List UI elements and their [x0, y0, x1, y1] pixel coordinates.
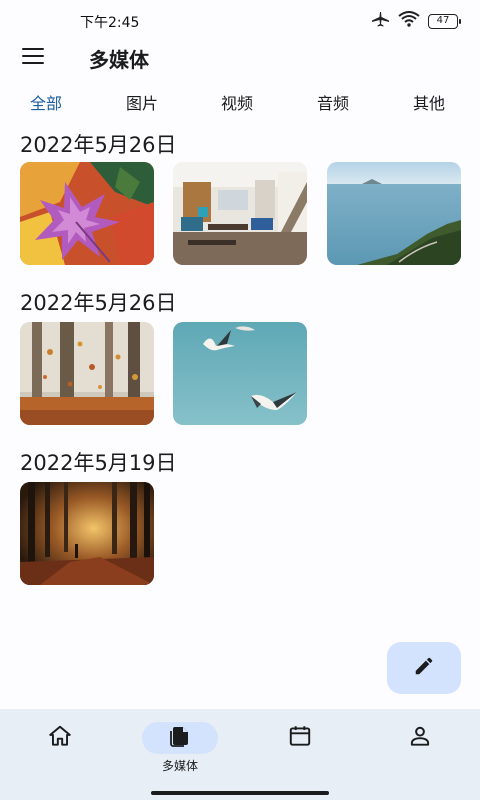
app-bar: 多媒体 — [0, 40, 480, 76]
status-icons: 47 — [370, 11, 461, 31]
page-title: 多媒体 — [89, 48, 149, 72]
wifi-icon — [398, 11, 420, 31]
thumbnail-seaside[interactable] — [327, 162, 461, 265]
home-icon — [47, 723, 73, 753]
nav-profile[interactable] — [360, 709, 480, 789]
thumbnail-autumn-leaves[interactable] — [20, 162, 154, 265]
thumbnail-autumn-forest[interactable] — [20, 322, 154, 425]
thumbnail-seagulls[interactable] — [173, 322, 307, 425]
date-header: 2022年5月26日 — [20, 133, 177, 157]
nav-media[interactable]: 多媒体 — [120, 709, 240, 789]
nav-indicator — [22, 722, 98, 754]
nav-indicator — [382, 722, 458, 754]
menu-icon[interactable] — [22, 48, 46, 68]
tab-other[interactable]: 其他 — [413, 90, 445, 114]
date-header: 2022年5月19日 — [20, 451, 177, 475]
nav-label: 多媒体 — [161, 759, 198, 773]
media-type-tabs: 全部 图片 视频 音频 其他 — [0, 90, 480, 118]
edit-pencil-icon — [413, 655, 435, 681]
status-bar: 下午2:45 47 — [0, 0, 480, 40]
tab-videos[interactable]: 视频 — [221, 90, 253, 114]
airplane-icon — [370, 11, 390, 31]
thumbnail-sunset-forest[interactable] — [20, 482, 154, 585]
bottom-navigation: 多媒体 — [0, 709, 480, 800]
nav-calendar[interactable] — [240, 709, 360, 789]
thumbnail-living-room[interactable] — [173, 162, 307, 265]
home-indicator — [151, 791, 329, 795]
profile-icon — [407, 723, 433, 753]
calendar-icon — [287, 723, 313, 753]
tab-all[interactable]: 全部 — [30, 90, 62, 114]
date-header: 2022年5月26日 — [20, 291, 177, 315]
status-time: 下午2:45 — [80, 15, 140, 31]
battery-icon: 47 — [428, 13, 461, 29]
edit-fab-button[interactable] — [387, 642, 461, 694]
nav-indicator — [262, 722, 338, 754]
nav-home[interactable] — [0, 709, 120, 789]
tab-images[interactable]: 图片 — [126, 90, 158, 114]
media-files-icon — [168, 724, 192, 752]
tab-audio[interactable]: 音频 — [317, 90, 349, 114]
nav-indicator — [142, 722, 218, 754]
